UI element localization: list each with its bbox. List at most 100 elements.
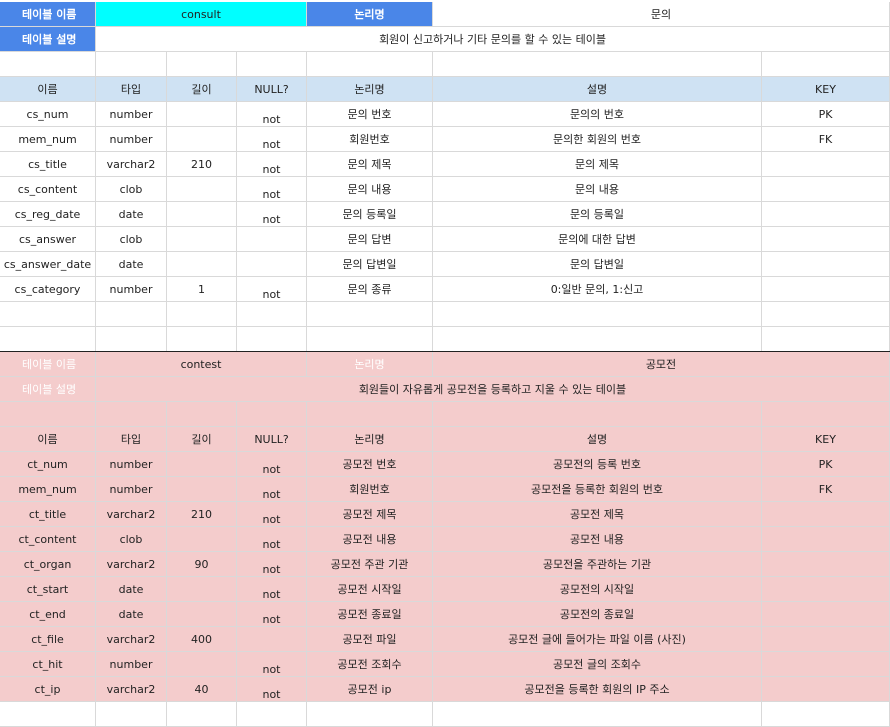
- cell-key[interactable]: [762, 652, 890, 677]
- cell-name[interactable]: cs_answer: [0, 227, 96, 252]
- column-header-type[interactable]: 타입: [96, 427, 167, 452]
- empty-cell[interactable]: [237, 302, 307, 327]
- cell-description[interactable]: 문의 답변일: [433, 252, 762, 277]
- cell-type[interactable]: date: [96, 577, 167, 602]
- cell-key[interactable]: [762, 502, 890, 527]
- cell-description[interactable]: 공모전의 종료일: [433, 602, 762, 627]
- column-header-description[interactable]: 설명: [433, 77, 762, 102]
- cell-type[interactable]: clob: [96, 227, 167, 252]
- cell-description[interactable]: 0:일반 문의, 1:신고: [433, 277, 762, 302]
- cell-type[interactable]: varchar2: [96, 502, 167, 527]
- empty-cell[interactable]: [307, 302, 433, 327]
- cell-key[interactable]: FK: [762, 127, 890, 152]
- column-header-type[interactable]: 타입: [96, 77, 167, 102]
- column-header-logical-name[interactable]: 논리명: [307, 77, 433, 102]
- empty-cell[interactable]: [762, 302, 890, 327]
- cell-description[interactable]: 문의 제목: [433, 152, 762, 177]
- cell-logical-name[interactable]: 공모전 제목: [307, 502, 433, 527]
- cell-length[interactable]: 1: [167, 277, 237, 302]
- spreadsheet[interactable]: 테이블 이름 consult 논리명 문의 테이블 설명 회원이 신고하거나 기타 문의를…: [0, 0, 890, 727]
- cell-length[interactable]: 400: [167, 627, 237, 652]
- cell-name[interactable]: ct_hit: [0, 652, 96, 677]
- cell-key[interactable]: [762, 227, 890, 252]
- empty-cell[interactable]: [307, 702, 433, 727]
- cell-logical-name[interactable]: 문의 답변일: [307, 252, 433, 277]
- cell-nullable[interactable]: [237, 227, 307, 252]
- cell-length[interactable]: 210: [167, 502, 237, 527]
- cell-key[interactable]: [762, 252, 890, 277]
- cell-nullable[interactable]: not: [237, 652, 307, 677]
- cell-key[interactable]: PK: [762, 452, 890, 477]
- table-desc-label[interactable]: 테이블 설명: [0, 377, 96, 402]
- cell-nullable[interactable]: not: [237, 102, 307, 127]
- cell-logical-name[interactable]: 공모전 내용: [307, 527, 433, 552]
- cell-type[interactable]: varchar2: [96, 552, 167, 577]
- empty-cell[interactable]: [433, 402, 762, 427]
- cell-nullable[interactable]: not: [237, 502, 307, 527]
- table-desc-label[interactable]: 테이블 설명: [0, 27, 96, 52]
- logical-name-value[interactable]: 문의: [433, 2, 890, 27]
- empty-cell[interactable]: [0, 402, 96, 427]
- cell-nullable[interactable]: not: [237, 577, 307, 602]
- empty-cell[interactable]: [762, 402, 890, 427]
- cell-description[interactable]: 공모전을 주관하는 기관: [433, 552, 762, 577]
- cell-nullable[interactable]: not: [237, 602, 307, 627]
- cell-nullable[interactable]: not: [237, 277, 307, 302]
- cell-nullable[interactable]: not: [237, 677, 307, 702]
- cell-name[interactable]: mem_num: [0, 127, 96, 152]
- cell-logical-name[interactable]: 공모전 ip: [307, 677, 433, 702]
- cell-type[interactable]: date: [96, 252, 167, 277]
- cell-key[interactable]: [762, 602, 890, 627]
- cell-key[interactable]: [762, 152, 890, 177]
- empty-cell[interactable]: [96, 327, 167, 352]
- cell-length[interactable]: [167, 452, 237, 477]
- cell-name[interactable]: cs_title: [0, 152, 96, 177]
- cell-name[interactable]: cs_reg_date: [0, 202, 96, 227]
- cell-description[interactable]: 문의의 번호: [433, 102, 762, 127]
- cell-description[interactable]: 공모전의 시작일: [433, 577, 762, 602]
- cell-type[interactable]: date: [96, 602, 167, 627]
- logical-name-label[interactable]: 논리명: [307, 2, 433, 27]
- empty-cell[interactable]: [167, 302, 237, 327]
- cell-logical-name[interactable]: 문의 답변: [307, 227, 433, 252]
- cell-description[interactable]: 문의에 대한 답변: [433, 227, 762, 252]
- cell-name[interactable]: ct_file: [0, 627, 96, 652]
- empty-cell[interactable]: [762, 702, 890, 727]
- cell-logical-name[interactable]: 회원번호: [307, 477, 433, 502]
- cell-nullable[interactable]: not: [237, 202, 307, 227]
- cell-key[interactable]: PK: [762, 102, 890, 127]
- empty-cell[interactable]: [167, 52, 237, 77]
- empty-cell[interactable]: [167, 402, 237, 427]
- cell-logical-name[interactable]: 공모전 조회수: [307, 652, 433, 677]
- cell-type[interactable]: number: [96, 127, 167, 152]
- cell-logical-name[interactable]: 문의 번호: [307, 102, 433, 127]
- cell-length[interactable]: [167, 127, 237, 152]
- empty-cell[interactable]: [237, 402, 307, 427]
- cell-nullable[interactable]: not: [237, 452, 307, 477]
- empty-cell[interactable]: [96, 52, 167, 77]
- cell-key[interactable]: [762, 277, 890, 302]
- empty-cell[interactable]: [433, 702, 762, 727]
- cell-logical-name[interactable]: 공모전 번호: [307, 452, 433, 477]
- empty-cell[interactable]: [762, 327, 890, 352]
- cell-description[interactable]: 문의 내용: [433, 177, 762, 202]
- cell-key[interactable]: [762, 177, 890, 202]
- cell-description[interactable]: 공모전을 등록한 회원의 IP 주소: [433, 677, 762, 702]
- cell-description[interactable]: 공모전 제목: [433, 502, 762, 527]
- cell-length[interactable]: 90: [167, 552, 237, 577]
- cell-name[interactable]: cs_answer_date: [0, 252, 96, 277]
- cell-key[interactable]: [762, 552, 890, 577]
- logical-name-label[interactable]: 논리명: [307, 352, 433, 377]
- column-header-nullable[interactable]: NULL?: [237, 427, 307, 452]
- cell-name[interactable]: ct_content: [0, 527, 96, 552]
- logical-name-value[interactable]: 공모전: [433, 352, 890, 377]
- cell-type[interactable]: varchar2: [96, 152, 167, 177]
- column-header-key[interactable]: KEY: [762, 77, 890, 102]
- table-name-label[interactable]: 테이블 이름: [0, 352, 96, 377]
- cell-length[interactable]: 210: [167, 152, 237, 177]
- table-desc-value[interactable]: 회원이 신고하거나 기타 문의를 할 수 있는 테이블: [96, 27, 890, 52]
- empty-cell[interactable]: [433, 52, 762, 77]
- cell-description[interactable]: 문의한 회원의 번호: [433, 127, 762, 152]
- table-name-label[interactable]: 테이블 이름: [0, 2, 96, 27]
- cell-length[interactable]: [167, 602, 237, 627]
